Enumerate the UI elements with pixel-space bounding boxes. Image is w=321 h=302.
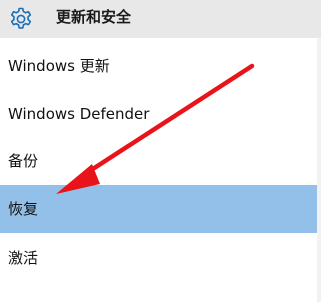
gear-icon: [10, 7, 32, 29]
nav-item-activation[interactable]: 激活: [0, 234, 321, 282]
page-title: 更新和安全: [56, 8, 132, 26]
nav-item-label: 恢复: [8, 200, 39, 218]
nav-item-label: 激活: [8, 249, 39, 267]
section-header: 更新和安全: [0, 0, 321, 38]
nav-item-recovery[interactable]: 恢复: [0, 185, 321, 233]
nav-item-windows-defender[interactable]: Windows Defender: [0, 90, 321, 138]
nav-item-label: 备份: [8, 152, 39, 170]
nav-item-label: Windows Defender: [8, 105, 150, 123]
nav-item-backup[interactable]: 备份: [0, 137, 321, 185]
settings-window: 更新和安全 Windows 更新 Windows Defender 备份 恢复 …: [0, 0, 321, 302]
nav-item-windows-update[interactable]: Windows 更新: [0, 42, 321, 90]
scroll-edge: [317, 38, 321, 302]
nav-item-label: Windows 更新: [8, 57, 110, 75]
